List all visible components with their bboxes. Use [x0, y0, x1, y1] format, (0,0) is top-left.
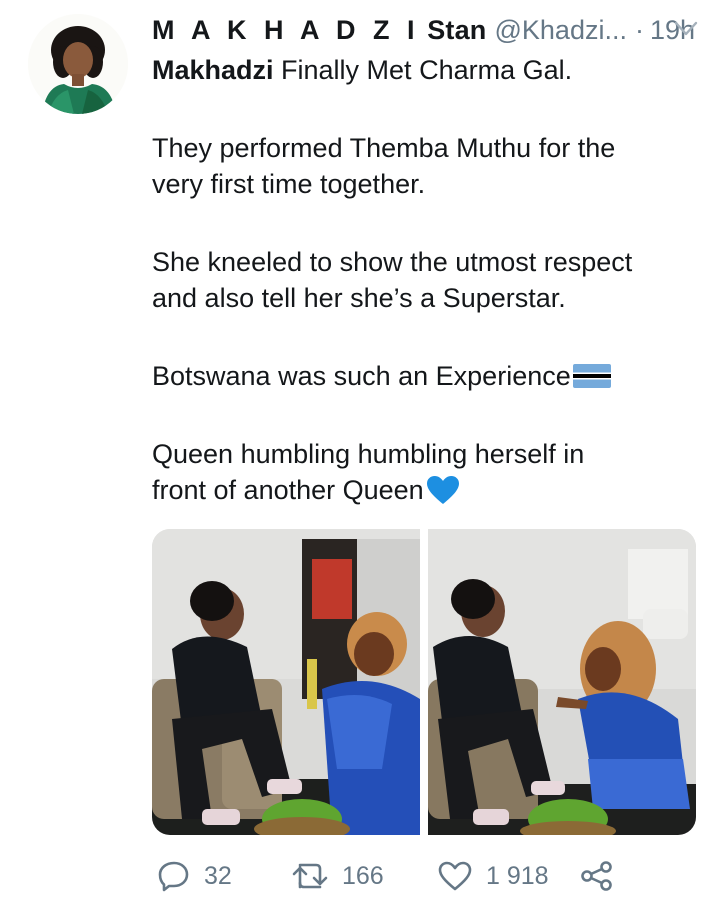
- avatar-image: [28, 14, 128, 114]
- tweet[interactable]: M A K H A D Z I Stan @Khadzi... · 19h Ma…: [0, 0, 720, 924]
- reply-button[interactable]: 32: [158, 860, 232, 892]
- retweet-icon: [292, 863, 328, 889]
- like-button[interactable]: 1 918: [438, 861, 549, 891]
- photo-right[interactable]: [428, 529, 696, 835]
- share-button[interactable]: [580, 861, 614, 891]
- reply-icon: [158, 861, 189, 892]
- tweet-line: She kneeled to show the utmost respect: [152, 247, 633, 277]
- chevron-down-icon[interactable]: [673, 19, 699, 39]
- tweet-line: They performed Themba Muthu for the: [152, 133, 616, 163]
- tweet-text: Makhadzi Finally Met Charma Gal. They pe…: [152, 52, 707, 508]
- tweet-line: front of another Queen: [152, 472, 707, 508]
- separator: ·: [634, 14, 644, 45]
- share-icon: [581, 861, 612, 891]
- tweet-line: Queen humbling humbling herself in: [152, 439, 585, 469]
- tweet-line: Botswana was such an Experience: [152, 358, 707, 394]
- retweet-button[interactable]: 166: [292, 861, 384, 891]
- tweet-header: M A K H A D Z I Stan @Khadzi... · 19h: [152, 12, 707, 48]
- blue-heart-icon: [426, 476, 459, 504]
- mention-name: Makhadzi: [152, 55, 274, 85]
- like-count: 1 918: [486, 861, 549, 890]
- photo-image: [428, 529, 696, 835]
- tweet-line: very first time together.: [152, 169, 426, 199]
- tweet-actions: 32 166 1 918: [152, 856, 707, 896]
- botswana-flag-icon: [572, 364, 611, 388]
- reply-count: 32: [204, 861, 232, 890]
- retweet-count: 166: [342, 861, 384, 890]
- display-name[interactable]: M A K H A D Z I Stan: [152, 15, 487, 46]
- handle[interactable]: @Khadzi...: [495, 15, 627, 46]
- tweet-line: and also tell her she’s a Superstar.: [152, 283, 566, 313]
- media-grid: [152, 529, 696, 835]
- heart-icon: [438, 861, 472, 891]
- photo-left[interactable]: [152, 529, 420, 835]
- avatar[interactable]: [28, 14, 128, 114]
- photo-image: [152, 529, 420, 835]
- tweet-line: Makhadzi Finally Met Charma Gal.: [152, 55, 573, 85]
